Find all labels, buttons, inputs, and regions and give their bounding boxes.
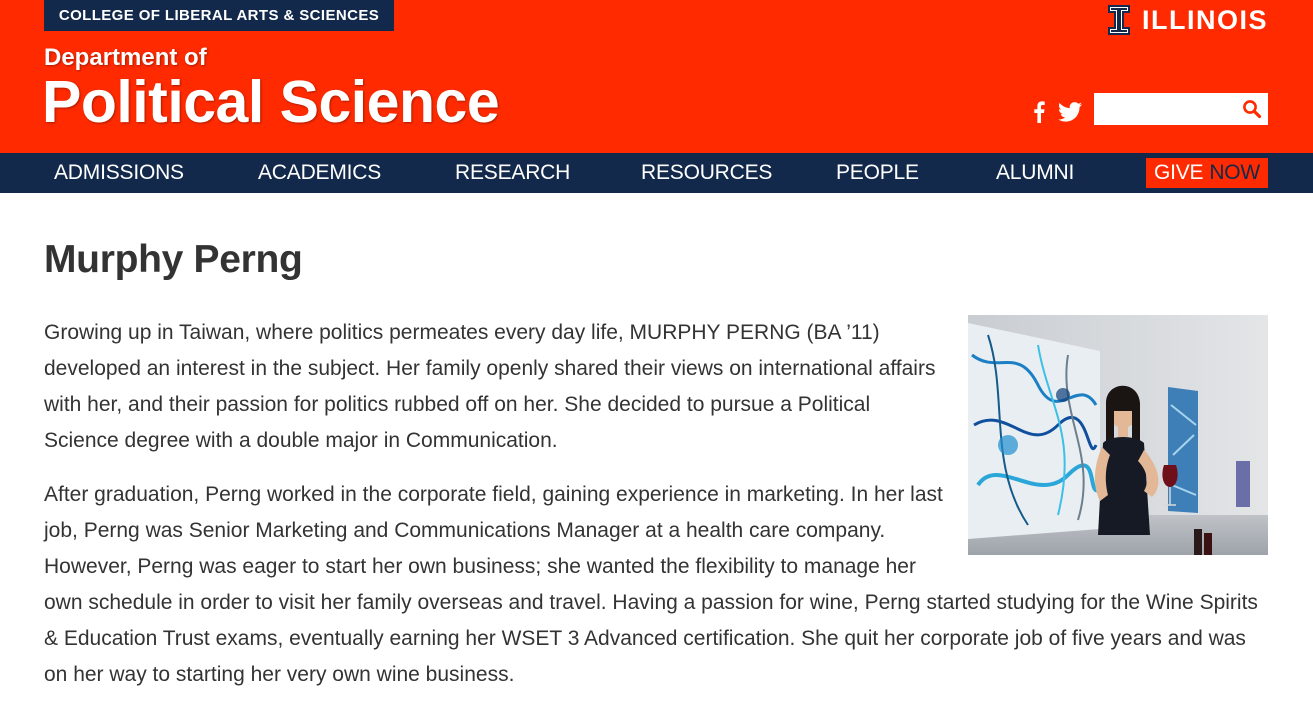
now-word: NOW — [1209, 161, 1261, 184]
search-input[interactable] — [1094, 93, 1236, 125]
page-title: Murphy Perng — [44, 238, 303, 281]
article-photo — [968, 315, 1268, 555]
nav-alumni[interactable]: ALUMNI — [996, 153, 1074, 193]
site-header: COLLEGE OF LIBERAL ARTS & SCIENCES Depar… — [0, 0, 1313, 153]
university-logo-link[interactable]: ILLINOIS — [1108, 4, 1268, 36]
department-title[interactable]: Political Science — [42, 70, 500, 134]
main-navigation: ADMISSIONS ACADEMICS RESEARCH RESOURCES … — [0, 153, 1313, 193]
search-box — [1094, 93, 1268, 125]
college-link[interactable]: COLLEGE OF LIBERAL ARTS & SCIENCES — [44, 0, 394, 31]
nav-admissions[interactable]: ADMISSIONS — [54, 153, 184, 193]
facebook-icon — [1034, 101, 1045, 123]
search-icon — [1243, 100, 1262, 119]
facebook-link[interactable] — [1025, 99, 1053, 125]
search-button[interactable] — [1242, 99, 1262, 119]
twitter-link[interactable] — [1056, 99, 1084, 125]
university-wordmark: ILLINOIS — [1142, 4, 1268, 35]
nav-resources[interactable]: RESOURCES — [641, 153, 772, 193]
article-body: Growing up in Taiwan, where politics per… — [44, 315, 1268, 711]
give-word: GIVE — [1153, 161, 1204, 184]
nav-academics[interactable]: ACADEMICS — [258, 153, 381, 193]
nav-people[interactable]: PEOPLE — [836, 153, 919, 193]
department-prefix: Department of — [44, 44, 207, 71]
nav-research[interactable]: RESEARCH — [455, 153, 570, 193]
twitter-icon — [1058, 102, 1082, 122]
block-i-icon — [1108, 5, 1130, 35]
give-now-button[interactable]: GIVE NOW — [1146, 158, 1268, 188]
